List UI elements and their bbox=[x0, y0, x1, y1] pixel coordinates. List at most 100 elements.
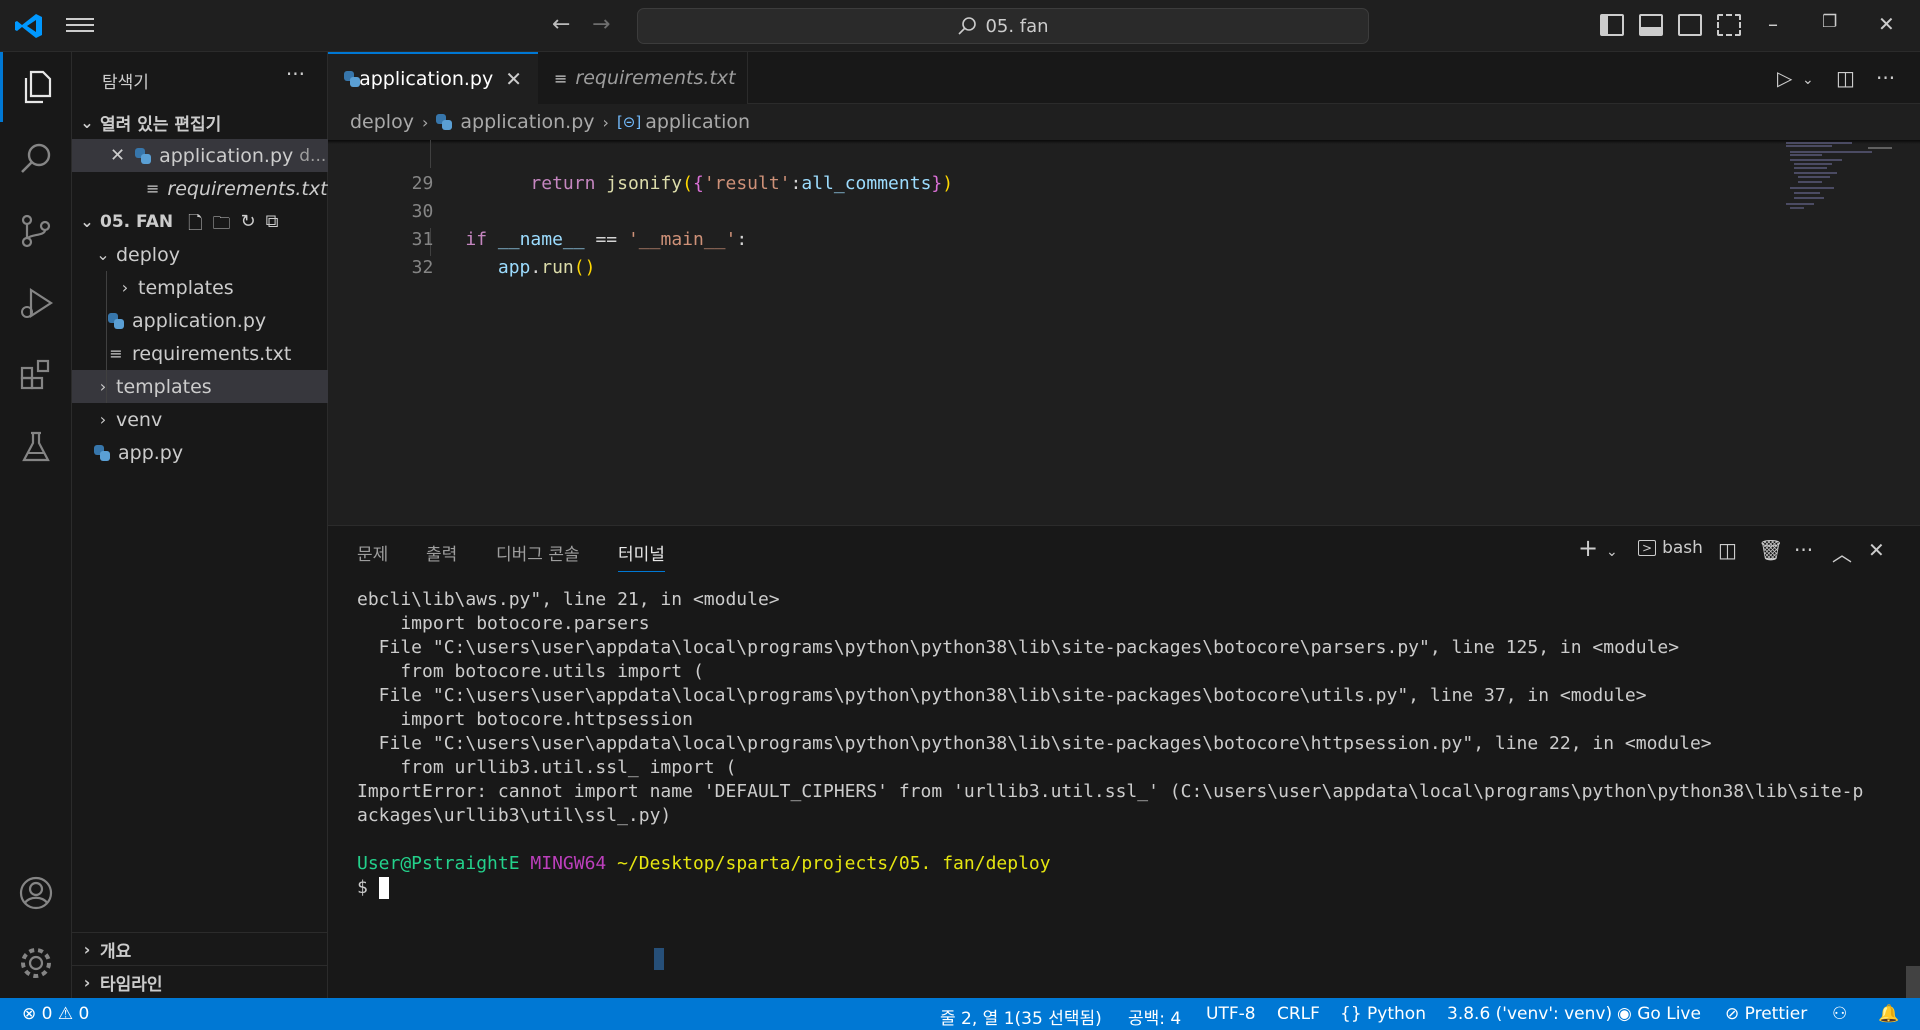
breadcrumb-file-label: application.py bbox=[460, 111, 595, 133]
language-mode-status[interactable]: {} Python bbox=[1340, 1004, 1426, 1024]
open-editor-item-requirements[interactable]: ≡ requirements.txt... bbox=[72, 172, 328, 205]
terminal-input-line[interactable]: $ bbox=[357, 876, 1917, 900]
breadcrumb: deploy › application.py › [⊝] applicatio… bbox=[328, 104, 1920, 140]
notifications-bell-icon[interactable]: 🔔 bbox=[1878, 1004, 1899, 1024]
hamburger-menu-icon[interactable] bbox=[66, 14, 94, 38]
problems-status[interactable]: ⊗ 0 ⚠ 0 bbox=[22, 1004, 89, 1024]
eol-status[interactable]: CRLF bbox=[1277, 1004, 1320, 1024]
run-python-file-icon[interactable]: ▷ bbox=[1777, 66, 1792, 90]
minimap[interactable] bbox=[1782, 140, 1892, 230]
terminal-profile-selector[interactable]: > bash bbox=[1638, 538, 1703, 558]
terminal-prompt-line: User@PstraightE MINGW64 ~/Desktop/sparta… bbox=[357, 852, 1917, 876]
language-label: Python bbox=[1367, 1004, 1426, 1024]
toggle-secondary-sidebar-icon[interactable] bbox=[1678, 14, 1702, 36]
split-editor-icon[interactable]: ◫ bbox=[1836, 66, 1855, 90]
explorer-icon[interactable] bbox=[0, 52, 72, 122]
new-file-icon[interactable]: 🗋 bbox=[188, 211, 202, 241]
close-icon[interactable]: ✕ bbox=[110, 145, 125, 166]
code-line: 29 return jsonify({'result':all_comments… bbox=[328, 142, 1778, 194]
indentation-status[interactable]: 공백: 4 bbox=[1128, 1004, 1181, 1029]
tree-item-deploy-templates[interactable]: › templates bbox=[72, 271, 328, 304]
tab-problems[interactable]: 문제 bbox=[357, 540, 388, 571]
tree-item-deploy[interactable]: ⌄ deploy bbox=[72, 238, 328, 271]
breadcrumb-symbol-label: application bbox=[645, 111, 751, 133]
breadcrumb-file[interactable]: application.py bbox=[436, 111, 595, 133]
search-icon[interactable] bbox=[0, 124, 72, 194]
prompt-symbol: $ bbox=[357, 877, 368, 898]
tab-application-py[interactable]: application.py ✕ bbox=[328, 52, 538, 104]
panel-scrollbar[interactable] bbox=[1906, 966, 1920, 999]
refresh-icon[interactable]: ↻ bbox=[240, 211, 255, 241]
testing-flask-icon[interactable] bbox=[0, 412, 72, 482]
timeline-section-header[interactable]: › 타임라인 bbox=[72, 966, 328, 999]
python-file-icon bbox=[344, 71, 361, 87]
tree-item-templates[interactable]: › templates bbox=[72, 370, 328, 403]
go-live-status[interactable]: ◉ Go Live bbox=[1617, 1004, 1701, 1024]
tree-item-label: requirements.txt bbox=[132, 342, 292, 365]
open-editor-item-application[interactable]: ✕ application.py d... bbox=[72, 139, 328, 172]
python-interpreter-status[interactable]: 3.8.6 ('venv': venv) bbox=[1447, 1004, 1612, 1024]
tree-item-requirements[interactable]: ≡ requirements.txt bbox=[72, 337, 328, 370]
settings-gear-icon[interactable] bbox=[0, 928, 72, 998]
command-center-search[interactable]: 05. fan bbox=[637, 8, 1369, 44]
tree-item-application-py[interactable]: application.py bbox=[72, 304, 328, 337]
open-editors-header[interactable]: ⌄ 열려 있는 편집기 bbox=[72, 106, 328, 139]
terminal-dropdown-chevron-icon[interactable]: ⌄ bbox=[1606, 544, 1618, 560]
run-dropdown-chevron-icon[interactable]: ⌄ bbox=[1802, 72, 1814, 88]
chevron-right-icon: › bbox=[121, 278, 129, 297]
prettier-label: Prettier bbox=[1744, 1004, 1808, 1024]
tab-terminal[interactable]: 터미널 bbox=[618, 540, 665, 572]
tab-debug-console[interactable]: 디버그 콘솔 bbox=[496, 540, 580, 571]
restore-button[interactable]: ❐ bbox=[1822, 12, 1837, 32]
breadcrumb-folder[interactable]: deploy bbox=[350, 111, 414, 133]
tree-item-label: deploy bbox=[116, 243, 180, 266]
sidebar-more-actions-icon[interactable]: ··· bbox=[286, 62, 305, 86]
code-line: 32 app.run() bbox=[328, 226, 1778, 278]
tree-item-label: venv bbox=[116, 408, 163, 431]
back-arrow-icon[interactable]: ← bbox=[552, 12, 570, 37]
outline-section-header[interactable]: › 개요 bbox=[72, 933, 328, 966]
open-editor-label: application.py bbox=[159, 144, 294, 167]
breadcrumb-symbol[interactable]: [⊝] application bbox=[617, 111, 750, 133]
close-window-button[interactable]: ✕ bbox=[1878, 12, 1895, 36]
maximize-panel-chevron-up-icon[interactable]: ︿ bbox=[1832, 538, 1852, 567]
tab-output[interactable]: 출력 bbox=[426, 540, 457, 571]
open-editors-label: 열려 있는 편집기 bbox=[100, 115, 222, 135]
more-actions-icon[interactable]: ··· bbox=[1794, 538, 1813, 562]
source-control-icon[interactable] bbox=[0, 196, 72, 266]
minimize-button[interactable]: – bbox=[1768, 12, 1778, 36]
terminal-line: File "C:\users\user\appdata\local\progra… bbox=[357, 637, 1680, 658]
toggle-primary-sidebar-icon[interactable] bbox=[1600, 14, 1624, 36]
tab-requirements-txt[interactable]: ≡ requirements.txt bbox=[538, 52, 748, 104]
account-icon[interactable] bbox=[0, 858, 72, 928]
tree-item-venv[interactable]: › venv bbox=[72, 403, 328, 436]
kill-terminal-trash-icon[interactable]: 🗑 bbox=[1758, 538, 1783, 562]
extensions-icon[interactable] bbox=[0, 340, 72, 410]
new-terminal-plus-icon[interactable]: + bbox=[1578, 534, 1598, 562]
toggle-panel-icon[interactable] bbox=[1639, 14, 1663, 36]
run-and-debug-icon[interactable] bbox=[0, 268, 72, 338]
tab-close-icon[interactable]: ✕ bbox=[505, 67, 522, 91]
title-bar: ← → 05. fan – ❐ ✕ bbox=[0, 0, 1920, 52]
status-bar: ⊗ 0 ⚠ 0 줄 2, 열 1(35 선택됨) 공백: 4 UTF-8 CRL… bbox=[0, 998, 1920, 1030]
tree-item-app-py[interactable]: app.py bbox=[72, 436, 328, 469]
terminal-line: import botocore.parsers bbox=[357, 613, 650, 634]
error-icon: ⊗ bbox=[22, 1004, 37, 1024]
collapse-all-icon[interactable]: ⧉ bbox=[266, 211, 279, 241]
open-editor-path: d... bbox=[299, 145, 327, 166]
cursor-position-status[interactable]: 줄 2, 열 1(35 선택됨) bbox=[940, 1004, 1102, 1029]
accounts-feedback-icon[interactable]: ⚇ bbox=[1832, 1004, 1847, 1024]
line-number: 32 bbox=[411, 257, 434, 278]
forward-arrow-icon[interactable]: → bbox=[592, 12, 610, 37]
split-terminal-icon[interactable]: ◫ bbox=[1718, 538, 1737, 562]
encoding-status[interactable]: UTF-8 bbox=[1206, 1004, 1256, 1024]
code-editor[interactable]: 29 return jsonify({'result':all_comments… bbox=[328, 140, 1920, 525]
chevron-down-icon: ⌄ bbox=[80, 113, 94, 132]
new-folder-icon[interactable]: 🗀 bbox=[212, 211, 230, 241]
close-panel-icon[interactable]: ✕ bbox=[1868, 538, 1885, 562]
more-actions-icon[interactable]: ··· bbox=[1876, 66, 1895, 90]
customize-layout-icon[interactable] bbox=[1717, 14, 1741, 36]
prettier-status[interactable]: ⊘ Prettier bbox=[1725, 1004, 1807, 1024]
text-file-icon: ≡ bbox=[146, 179, 160, 198]
terminal-output[interactable]: ebcli\lib\aws.py", line 21, in <module> … bbox=[357, 588, 1917, 900]
